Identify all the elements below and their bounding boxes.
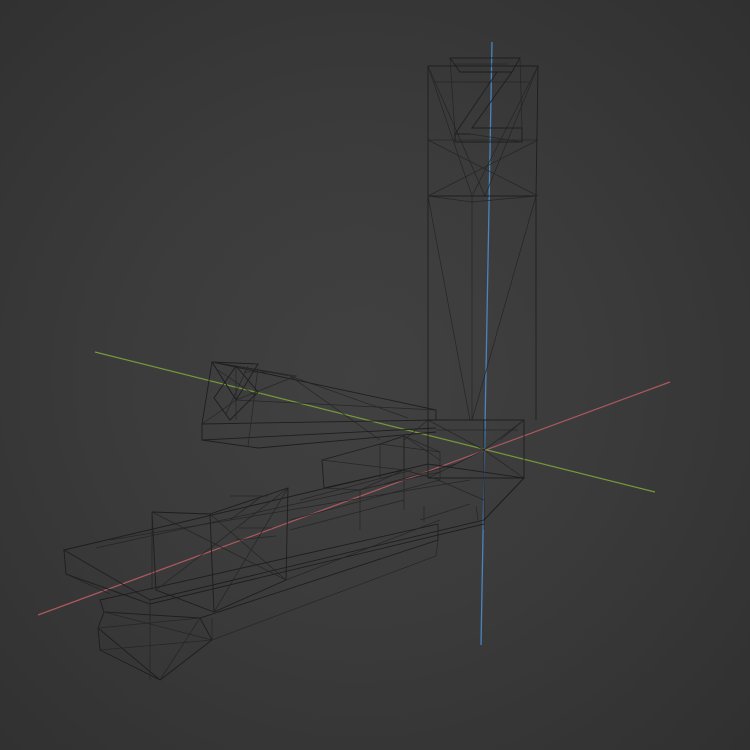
y-axis-line <box>94 351 656 493</box>
z-axis-line <box>480 41 493 646</box>
z-top-wireframe <box>449 57 523 143</box>
upper-arm-wireframe <box>201 361 437 449</box>
wireframe-scene[interactable] <box>0 0 750 750</box>
hourglass-block-wireframe <box>151 487 289 613</box>
3d-viewport[interactable] <box>0 0 750 750</box>
upper-arm-endcap-wireframe <box>211 361 298 421</box>
platform-extension-wireframe <box>285 435 441 581</box>
corner-joint-wireframe <box>403 419 525 521</box>
